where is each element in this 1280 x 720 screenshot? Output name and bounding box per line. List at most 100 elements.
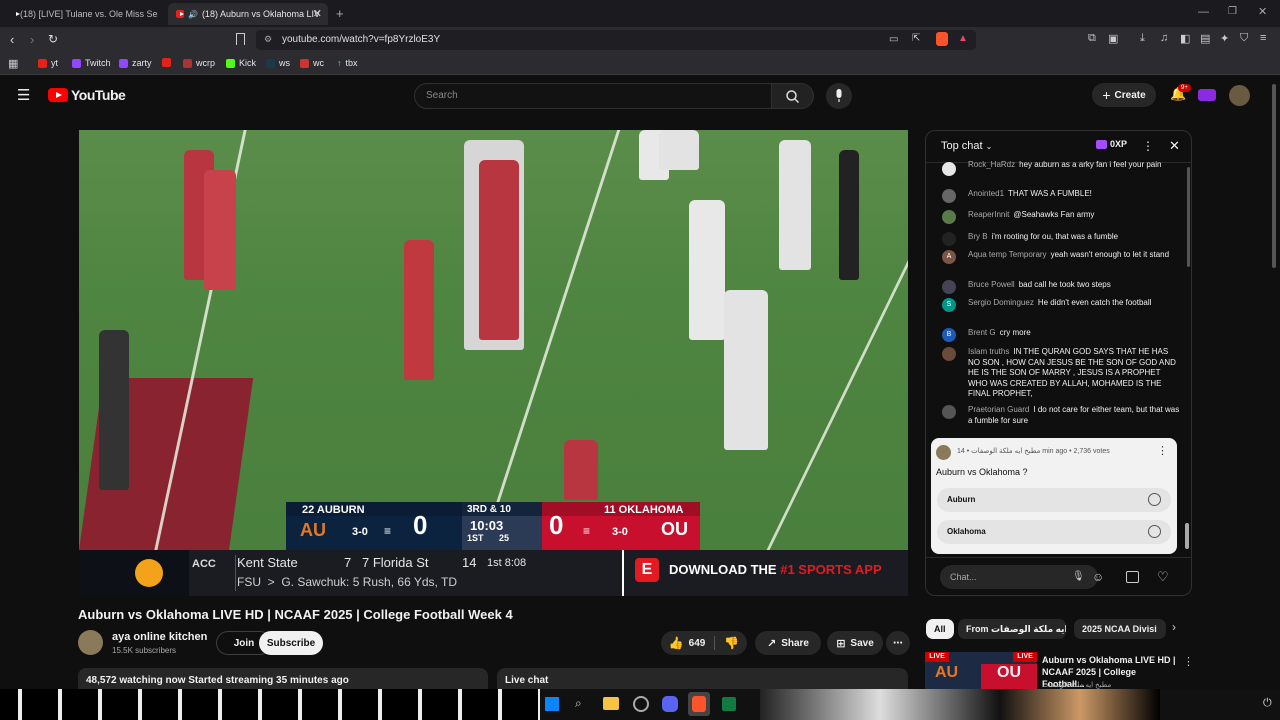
crown-icon [1096,139,1107,149]
create-button[interactable]: + Create [1092,83,1156,107]
like-button[interactable]: 👍 649 [669,636,706,650]
poll-option-auburn[interactable]: Auburn [937,488,1171,512]
bookmark-yt[interactable]: yt [38,58,58,68]
sidebar-icon[interactable]: ◧ [1180,32,1190,45]
heart-icon[interactable]: ♡ [1157,569,1169,585]
chat-message: Bry Bi'm rooting for ou, that was a fumb… [940,232,1180,246]
file-explorer-icon[interactable] [603,697,619,710]
chevron-right-icon[interactable]: › [1172,620,1176,634]
forward-icon[interactable]: › [30,32,34,47]
apps-grid-icon[interactable]: ▦ [8,57,18,70]
page-scrollbar[interactable] [1272,84,1276,268]
wallet-card-icon[interactable]: ▤ [1200,32,1210,45]
chip-all[interactable]: All [926,619,954,639]
discord-icon[interactable] [662,696,678,712]
emoji-icon[interactable]: ☺ [1092,570,1104,584]
url-bar[interactable]: ⚙ youtube.com/watch?v=fp8YrzloE3Y ▭ ⇱ ▲ [256,30,976,50]
bookmark-ws[interactable]: ws [266,58,290,68]
chat-scrollbar[interactable] [1187,167,1190,267]
brave-taskbar-button[interactable] [688,692,710,716]
media-icon[interactable]: ♫ [1160,32,1168,44]
subscribe-button[interactable]: Subscribe [259,631,323,655]
chat-scrollbar-thumb[interactable] [1185,523,1189,549]
twitch-icon [119,58,128,68]
brave-shields-icon[interactable] [936,32,948,46]
channel-avatar[interactable] [78,630,103,655]
chat-message: S Sergio Dominguez He didn't even catch th… [940,298,1180,312]
more-vertical-icon[interactable]: ⋮ [1142,139,1154,153]
restore-icon[interactable]: ❐ [1228,6,1237,17]
leo-ai-icon[interactable]: ✦ [1220,32,1229,45]
bookmark-tbx[interactable]: ↑ tbx [337,58,358,68]
hamburger-menu-icon[interactable]: ☰ [17,86,30,104]
ticker-divider [235,555,236,591]
poll-meta: مطبخ ايه ملكة الوصفات • 14 min ago • 2,7… [957,448,1110,455]
quarter: 1ST [467,533,484,543]
bookmark-unnamed[interactable] [162,58,171,67]
excel-icon[interactable] [722,697,736,711]
bookmark-icon[interactable] [236,33,245,45]
save-playlist-icon: ⊞ [836,637,846,650]
recommendation-more-icon[interactable]: ⋮ [1183,655,1194,668]
voice-search-button[interactable] [826,83,852,109]
chip-from-channel[interactable]: From مطبخ ايه ملكة الوصفات [958,619,1066,639]
super-chat-icon[interactable] [1126,571,1139,583]
save-button[interactable]: ⊞ Save [827,631,883,655]
download-icon[interactable]: ⤓ [1140,32,1145,45]
referee [99,330,129,490]
menu-icon[interactable]: ≡ [1260,32,1266,44]
timeouts-indicator: ≡ [384,524,392,538]
video-player[interactable]: 22 AUBURN AU 3-0 ≡ 0 3RD & 10 10:03 1ST … [79,130,908,596]
close-tab-icon[interactable]: ✕ [313,7,322,20]
close-chat-icon[interactable]: ✕ [1169,138,1180,154]
poll-option-oklahoma[interactable]: Oklahoma [937,520,1171,544]
bookmark-wcrp[interactable]: wcrp [183,58,215,68]
ticker-play-detail: FSU > G. Sawchuk: 5 Rush, 66 Yds, TD [237,575,457,589]
poll-question: Auburn vs Oklahoma ? [936,467,1028,477]
extensions-icon[interactable]: ⧉ [1088,32,1096,45]
wallet-icon[interactable]: ▣ [1108,32,1118,45]
xp-badge[interactable]: 0XP [1096,139,1127,149]
youtube-logo[interactable]: YouTube [48,87,126,103]
system-tray-icon[interactable]: ⏻ [1263,697,1272,710]
screen-icon[interactable]: ▭ [889,34,898,45]
site-info-icon[interactable]: ⚙ [264,34,272,45]
search-button[interactable] [772,83,814,109]
ticker-divider [622,550,624,596]
share-button[interactable]: ↗ Share [755,631,821,655]
channel-name[interactable]: aya online kitchen [112,631,207,643]
chip-ncaa[interactable]: 2025 NCAA Divisi [1074,619,1166,639]
browser-tab[interactable]: (18) [LIVE] Tulane vs. Ole Miss Se [4,3,160,25]
more-actions-button[interactable]: ⋯ [886,631,910,655]
share-page-icon[interactable]: ⇱ [912,33,920,44]
steam-icon[interactable] [633,696,649,712]
start-menu-icon[interactable] [545,697,559,711]
taskbar-search-icon[interactable]: ⌕ [575,696,582,711]
chat-message: Rock_HaRdz hey auburn as a arky fan i fee… [940,160,1180,176]
bookmark-wc[interactable]: wc [300,58,324,68]
account-avatar[interactable] [1229,85,1250,106]
minimize-icon[interactable]: — [1198,6,1209,18]
window-close-icon[interactable]: ✕ [1258,5,1267,18]
youtube-play-icon [48,88,68,102]
bookmark-kick[interactable]: Kick [226,58,256,68]
microphone-icon[interactable]: 🎙 [1072,571,1085,582]
browser-tab-active[interactable]: 🔊 (18) Auburn vs Oklahoma LIV ✕ [168,3,328,25]
twitch-extension-icon[interactable] [1198,89,1216,101]
recommendation-thumbnail[interactable]: LIVE LIVE AU OU [925,652,1037,690]
back-icon[interactable]: ‹ [10,32,14,47]
away-team-label: 22 AUBURN [302,504,365,516]
bookmark-zarty[interactable]: zarty [119,58,152,68]
referee [839,150,859,280]
thumbs-down-icon[interactable]: 👎 [724,636,739,650]
top-chat-dropdown[interactable]: Top chat ⌄ [941,140,992,152]
search-input[interactable]: Search [414,83,772,109]
brave-rewards-icon[interactable]: ▲ [958,33,968,44]
radio-icon [1148,493,1161,506]
vpn-icon[interactable]: ⛉ [1240,32,1248,45]
reload-icon[interactable]: ↻ [48,32,58,46]
new-tab-icon[interactable]: + [336,6,344,21]
bookmark-twitch[interactable]: Twitch [72,58,111,68]
poll-more-icon[interactable]: ⋮ [1157,444,1168,457]
chat-header: Top chat ⌄ 0XP ⋮ ✕ [926,131,1191,163]
